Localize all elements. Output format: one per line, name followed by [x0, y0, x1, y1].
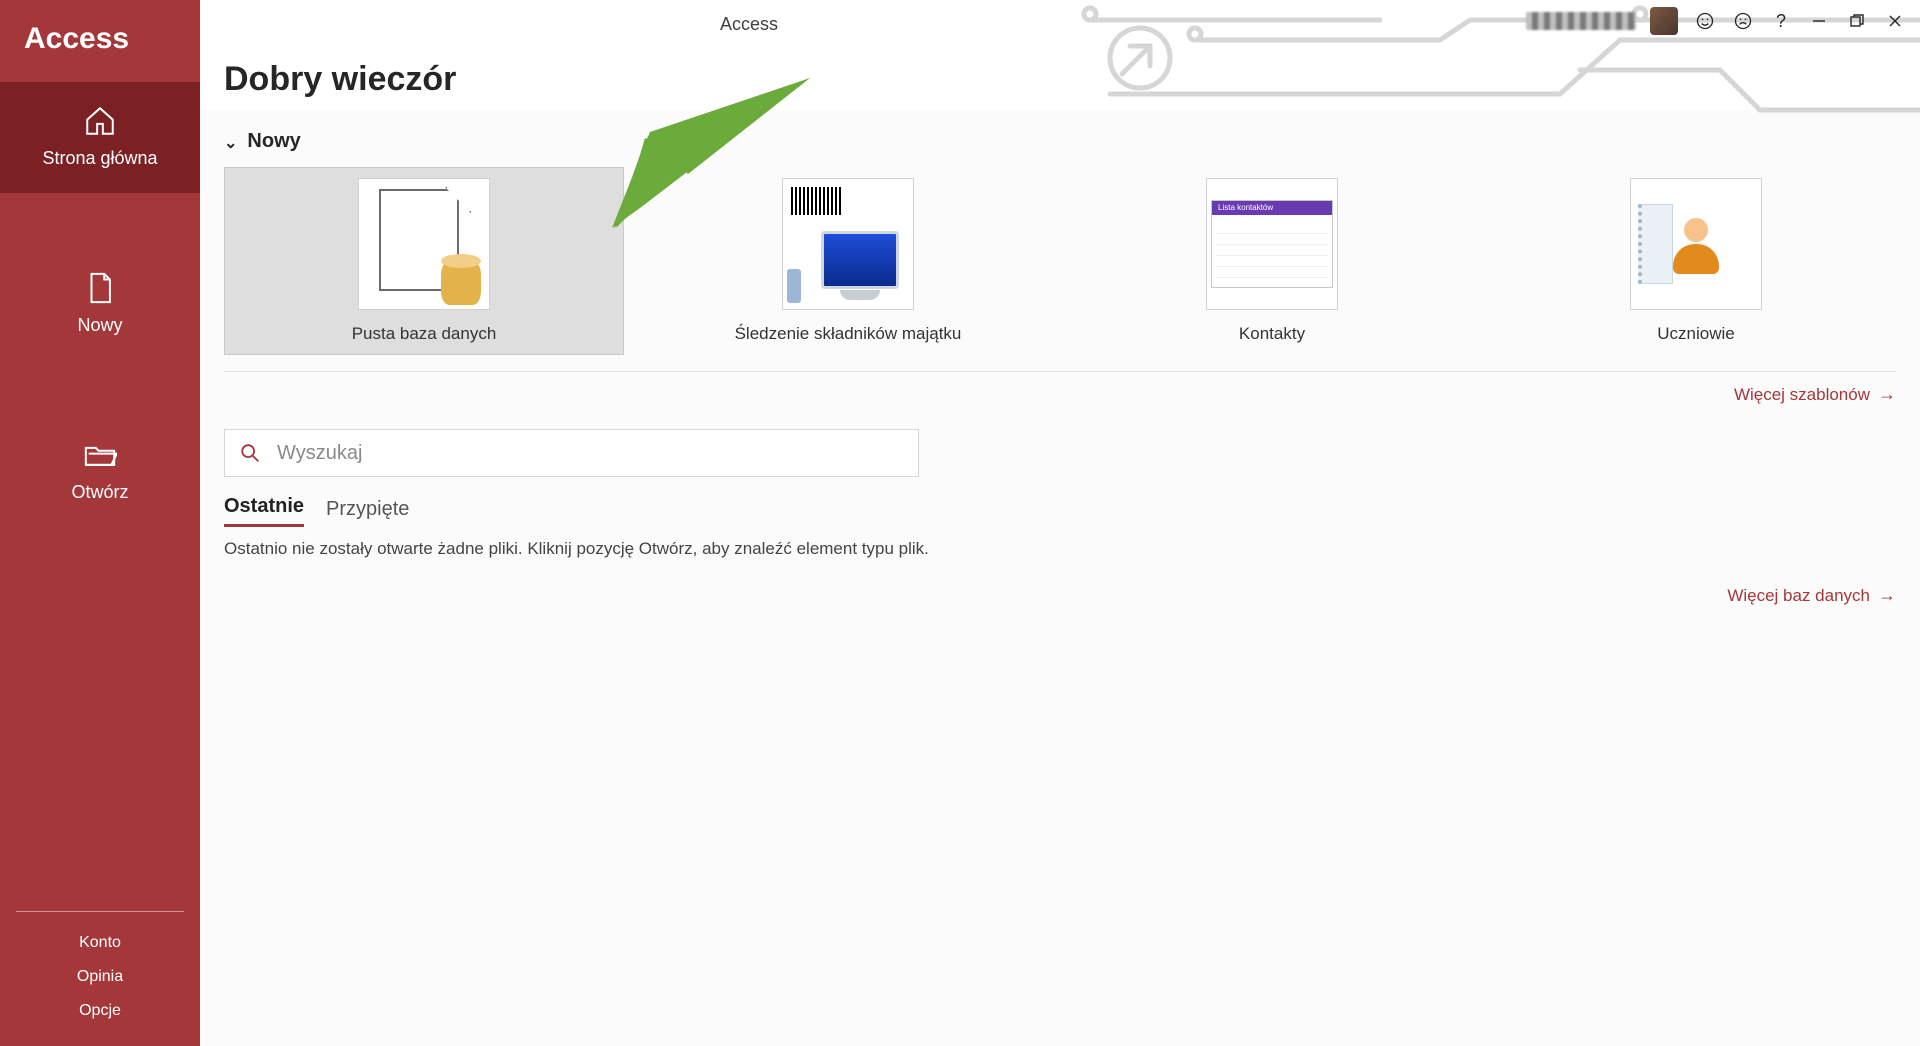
face-smile-icon[interactable] — [1688, 6, 1722, 36]
template-thumb — [782, 178, 914, 310]
main: Access ? Dobry wieczór — [200, 0, 1920, 1046]
help-button[interactable]: ? — [1764, 6, 1798, 36]
section-new-label: Nowy — [247, 130, 300, 153]
recent-empty-message: Ostatnio nie zostały otwarte żadne pliki… — [224, 539, 1896, 559]
template-asset-tracking[interactable]: Śledzenie składników majątku — [648, 167, 1048, 355]
sidebar-link-feedback[interactable]: Opinia — [16, 960, 184, 994]
sidebar-item-new[interactable]: Nowy — [0, 249, 200, 360]
search-input[interactable] — [275, 441, 904, 466]
topbar: Access ? Dobry wieczór — [200, 0, 1920, 110]
templates-divider — [224, 371, 1896, 372]
more-templates-link[interactable]: Więcej szablonów → — [1734, 384, 1896, 405]
template-students[interactable]: Uczniowie — [1496, 167, 1896, 355]
section-new-header[interactable]: ⌄ Nowy — [224, 130, 1896, 153]
template-label: Pusta baza danych — [352, 324, 497, 344]
app-logo: Access — [0, 0, 200, 82]
sidebar-bottom: Konto Opinia Opcje — [0, 911, 200, 1046]
sidebar-nav: Strona główna Nowy Otwórz — [0, 82, 200, 527]
sidebar-item-label: Strona główna — [42, 148, 157, 168]
account-name-redacted — [1526, 12, 1636, 30]
minimize-button[interactable] — [1802, 6, 1836, 36]
new-file-icon — [83, 271, 117, 305]
recent-tabs: Ostatnie Przypięte — [224, 495, 1896, 527]
template-label: Kontakty — [1239, 324, 1305, 344]
home-icon — [83, 104, 117, 138]
arrow-right-icon: → — [1878, 585, 1896, 606]
contacts-thumb-title: Lista kontaktów — [1212, 201, 1332, 215]
sidebar-divider — [16, 911, 184, 912]
sidebar-link-options[interactable]: Opcje — [16, 994, 184, 1028]
face-sad-icon[interactable] — [1726, 6, 1760, 36]
more-databases-label: Więcej baz danych — [1727, 586, 1870, 606]
template-contacts[interactable]: Lista kontaktów Kontakty — [1072, 167, 1472, 355]
template-thumb — [1630, 178, 1762, 310]
template-thumb: Lista kontaktów — [1206, 178, 1338, 310]
search-icon — [239, 442, 261, 464]
maximize-button[interactable] — [1840, 6, 1874, 36]
template-thumb — [358, 178, 490, 310]
more-templates-label: Więcej szablonów — [1734, 385, 1870, 405]
tab-pinned[interactable]: Przypięte — [326, 498, 409, 527]
content: ⌄ Nowy Pusta baza danych — [200, 110, 1920, 1046]
close-button[interactable] — [1878, 6, 1912, 36]
avatar[interactable] — [1650, 7, 1678, 35]
chevron-down-icon: ⌄ — [224, 133, 237, 153]
titlebar-controls: ? — [1526, 6, 1912, 36]
template-blank-database[interactable]: Pusta baza danych — [224, 167, 624, 355]
sidebar-item-open[interactable]: Otwórz — [0, 416, 200, 527]
template-label: Uczniowie — [1657, 324, 1734, 344]
more-databases-link[interactable]: Więcej baz danych → — [1727, 585, 1896, 606]
sidebar-item-home[interactable]: Strona główna — [0, 82, 200, 193]
tab-recent[interactable]: Ostatnie — [224, 495, 304, 527]
search-box[interactable] — [224, 429, 919, 477]
template-gallery: Pusta baza danych Śledzenie składników m… — [224, 167, 1896, 361]
sidebar-link-account[interactable]: Konto — [16, 926, 184, 960]
app-title: Access — [720, 14, 778, 35]
sidebar: Access Strona główna Nowy Otwórz Konto O… — [0, 0, 200, 1046]
folder-open-icon — [83, 438, 117, 472]
sidebar-item-label: Otwórz — [71, 482, 128, 502]
template-label: Śledzenie składników majątku — [735, 324, 962, 344]
sidebar-item-label: Nowy — [77, 315, 122, 335]
greeting-heading: Dobry wieczór — [224, 60, 456, 99]
arrow-right-icon: → — [1878, 384, 1896, 405]
